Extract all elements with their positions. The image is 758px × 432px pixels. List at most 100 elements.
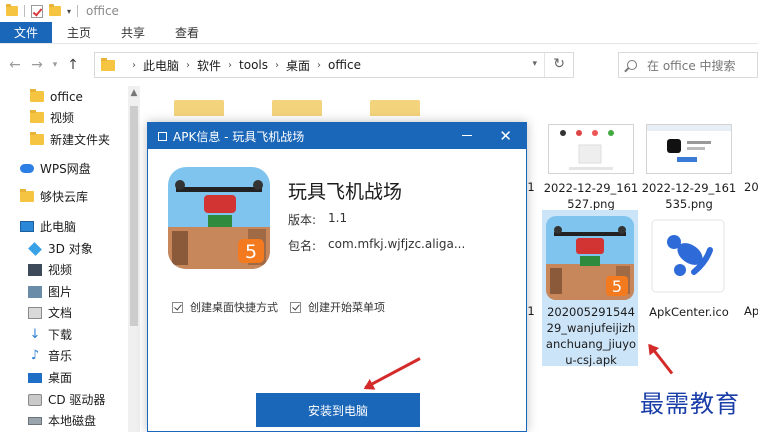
customize-toolbar-icon[interactable]: ▾ xyxy=(67,7,71,16)
file-name-line: 2022-12-29_161 xyxy=(641,181,737,195)
sidebar-item-gokuai[interactable]: 够快云库 xyxy=(20,186,144,207)
file-name-partial: 20 xyxy=(744,180,758,194)
chevron-right-icon[interactable]: › xyxy=(132,60,136,71)
sidebar-item-label: 此电脑 xyxy=(40,220,77,234)
sidebar-item-label: 本地磁盘 xyxy=(48,414,97,428)
folder-icon[interactable] xyxy=(174,100,224,116)
sidebar-item-label: 音乐 xyxy=(48,349,73,363)
version-label: 版本: xyxy=(288,213,317,227)
properties-check-icon[interactable] xyxy=(31,4,43,18)
file-name-partial: Ap xyxy=(744,304,758,318)
file-name-png-1[interactable]: 2022-12-29_161 527.png xyxy=(542,180,640,212)
sidebar-item-label: 下载 xyxy=(48,328,73,342)
breadcrumb-desktop[interactable]: 桌面 xyxy=(286,57,310,74)
sidebar-item-label: CD 驱动器 xyxy=(48,393,106,407)
tab-share[interactable]: 共享 xyxy=(106,22,160,43)
chevron-right-icon[interactable]: › xyxy=(317,60,321,71)
file-name-line: 2022-12-29_161 xyxy=(543,181,639,195)
sidebar-item-wps-drive[interactable]: WPS网盘 xyxy=(20,158,144,179)
apkcenter-icon[interactable] xyxy=(650,218,726,294)
music-icon: ♪ xyxy=(30,347,40,363)
checkbox-label: 创建开始菜单项 xyxy=(308,301,385,314)
chevron-down-icon[interactable]: ▾ xyxy=(48,60,62,70)
separator xyxy=(544,53,545,77)
separator xyxy=(24,5,25,17)
image-thumbnail[interactable] xyxy=(646,124,732,174)
refresh-icon[interactable]: ↻ xyxy=(553,56,565,72)
checkbox-label: 创建桌面快捷方式 xyxy=(190,301,278,314)
app-name: 玩具飞机战场 xyxy=(288,181,403,203)
new-folder-icon[interactable] xyxy=(49,4,61,16)
arrow-right-icon[interactable]: → xyxy=(26,57,48,73)
sidebar-item-label: 够快云库 xyxy=(40,190,89,204)
breadcrumb-tools[interactable]: tools xyxy=(239,58,268,72)
screenshot-thumbnail-icon xyxy=(647,125,731,173)
chevron-right-icon[interactable]: › xyxy=(228,60,232,71)
file-name-apkcenter[interactable]: ApkCenter.ico xyxy=(640,304,738,320)
chevron-right-icon[interactable]: › xyxy=(186,60,190,71)
folder-icon xyxy=(101,57,115,71)
dialog-title-bar: APK信息 - 玩具飞机战场 xyxy=(148,123,526,149)
package-label: 包名: xyxy=(288,239,317,253)
desktop-icon xyxy=(28,372,42,383)
separator xyxy=(77,5,79,17)
install-button[interactable]: 安装到电脑 xyxy=(256,393,420,427)
tab-file[interactable]: 文件 xyxy=(0,22,53,43)
file-name-png-2[interactable]: 2022-12-29_161 535.png xyxy=(640,180,738,212)
breadcrumb-software[interactable]: 软件 xyxy=(197,57,221,74)
tab-view[interactable]: 查看 xyxy=(160,22,214,43)
arrow-up-icon[interactable]: ↑ xyxy=(62,57,84,73)
arrow-left-icon[interactable]: ← xyxy=(4,57,26,73)
drone-game-icon: 5 xyxy=(546,216,634,300)
sidebar-scrollbar[interactable]: ▲ xyxy=(128,86,140,432)
sidebar-item-label: office xyxy=(50,89,83,104)
breadcrumb-this-pc[interactable]: 此电脑 xyxy=(143,57,179,74)
breadcrumb-office[interactable]: office xyxy=(328,58,361,72)
svg-text:5: 5 xyxy=(245,241,257,263)
app-icon: 5 xyxy=(168,167,270,269)
checkbox-checked-icon[interactable] xyxy=(172,301,183,313)
apk-game-icon[interactable]: 5 xyxy=(546,216,634,300)
search-input[interactable]: 在 office 中搜索 xyxy=(618,52,758,78)
version-value: 1.1 xyxy=(328,211,348,225)
close-icon[interactable]: ✕ xyxy=(499,127,512,145)
desktop-shortcut-checkbox[interactable]: 创建桌面快捷方式 xyxy=(172,299,278,315)
sidebar-item-label: 图片 xyxy=(48,285,73,299)
ribbon-tabs: 文件 主页 共享 查看 xyxy=(0,22,758,44)
app-window-icon xyxy=(158,131,167,141)
minimize-icon[interactable] xyxy=(462,135,472,136)
tab-home[interactable]: 主页 xyxy=(52,22,106,43)
folder-icon xyxy=(20,189,34,202)
3d-objects-icon xyxy=(28,241,42,256)
image-thumbnail[interactable] xyxy=(548,124,634,174)
apk-info-dialog: APK信息 - 玩具飞机战场 ✕ 5 玩具飞机战场 版本: 1.1 包名: co… xyxy=(147,122,527,432)
title-bar: ▾ office xyxy=(0,0,758,22)
folder-icon xyxy=(6,4,18,16)
sidebar-item-this-pc[interactable]: 此电脑 xyxy=(20,216,144,237)
address-dropdown-icon[interactable]: ▾ xyxy=(532,59,537,69)
folder-icon[interactable] xyxy=(272,100,322,116)
watermark: 最需教育 xyxy=(640,390,740,418)
chevron-right-icon[interactable]: › xyxy=(275,60,279,71)
local-disk-icon xyxy=(28,416,42,425)
dialog-title: APK信息 - 玩具飞机战场 xyxy=(173,129,305,144)
folder-icon xyxy=(30,132,44,145)
documents-icon xyxy=(28,306,42,319)
folder-icon[interactable] xyxy=(370,100,420,116)
drone-game-icon: 5 xyxy=(168,167,270,269)
address-bar[interactable]: › 此电脑 › 软件 › tools › 桌面 › office ▾ ↻ xyxy=(94,52,574,78)
sidebar-item-label: 视频 xyxy=(50,111,75,125)
file-name-apk[interactable]: 20200529154429_wanjufeijizhanchuang_jiuy… xyxy=(544,304,638,368)
screenshot-thumbnail-icon xyxy=(549,125,633,173)
search-icon xyxy=(627,60,637,70)
video-icon xyxy=(28,263,42,276)
scroll-up-icon[interactable]: ▲ xyxy=(128,88,140,98)
sidebar-item-label: 视频 xyxy=(48,263,73,277)
sidebar-item-label: 3D 对象 xyxy=(48,242,93,256)
start-menu-checkbox[interactable]: 创建开始菜单项 xyxy=(290,299,385,315)
sidebar-item-label: 新建文件夹 xyxy=(50,133,111,147)
search-placeholder: 在 office 中搜索 xyxy=(647,58,736,73)
navigation-bar: ← → ▾ ↑ › 此电脑 › 软件 › tools › 桌面 › office… xyxy=(0,44,758,86)
checkbox-checked-icon[interactable] xyxy=(290,301,301,313)
scrollbar-thumb[interactable] xyxy=(130,106,138,326)
